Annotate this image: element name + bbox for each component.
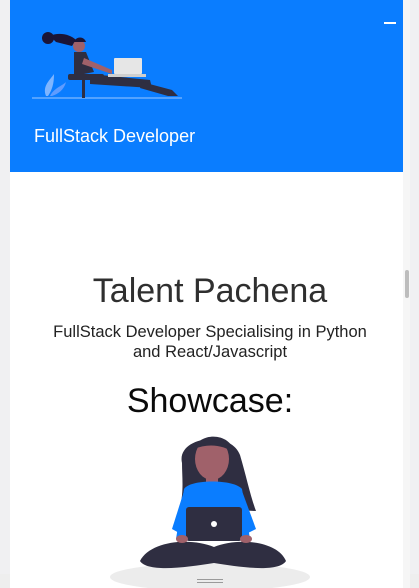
showcase-heading: Showcase: <box>126 382 294 420</box>
hamburger-menu-icon[interactable] <box>380 14 400 30</box>
site-header: FullStack Developer <box>10 0 410 172</box>
profile-name: Talent Pachena <box>92 272 328 310</box>
page-frame: FullStack Developer Talent Pachena FullS… <box>10 0 410 588</box>
scrollbar-thumb[interactable] <box>405 270 409 298</box>
profile-tagline: FullStack Developer Specialising in Pyth… <box>53 323 367 361</box>
person-with-laptop-illustration <box>110 436 310 588</box>
main-content: Talent Pachena FullStack Developer Speci… <box>10 172 410 588</box>
vertical-scrollbar[interactable] <box>403 0 410 588</box>
site-brand[interactable]: FullStack Developer <box>34 126 195 147</box>
developer-at-laptop-illustration <box>32 32 182 99</box>
resize-handle-icon[interactable] <box>195 576 225 588</box>
